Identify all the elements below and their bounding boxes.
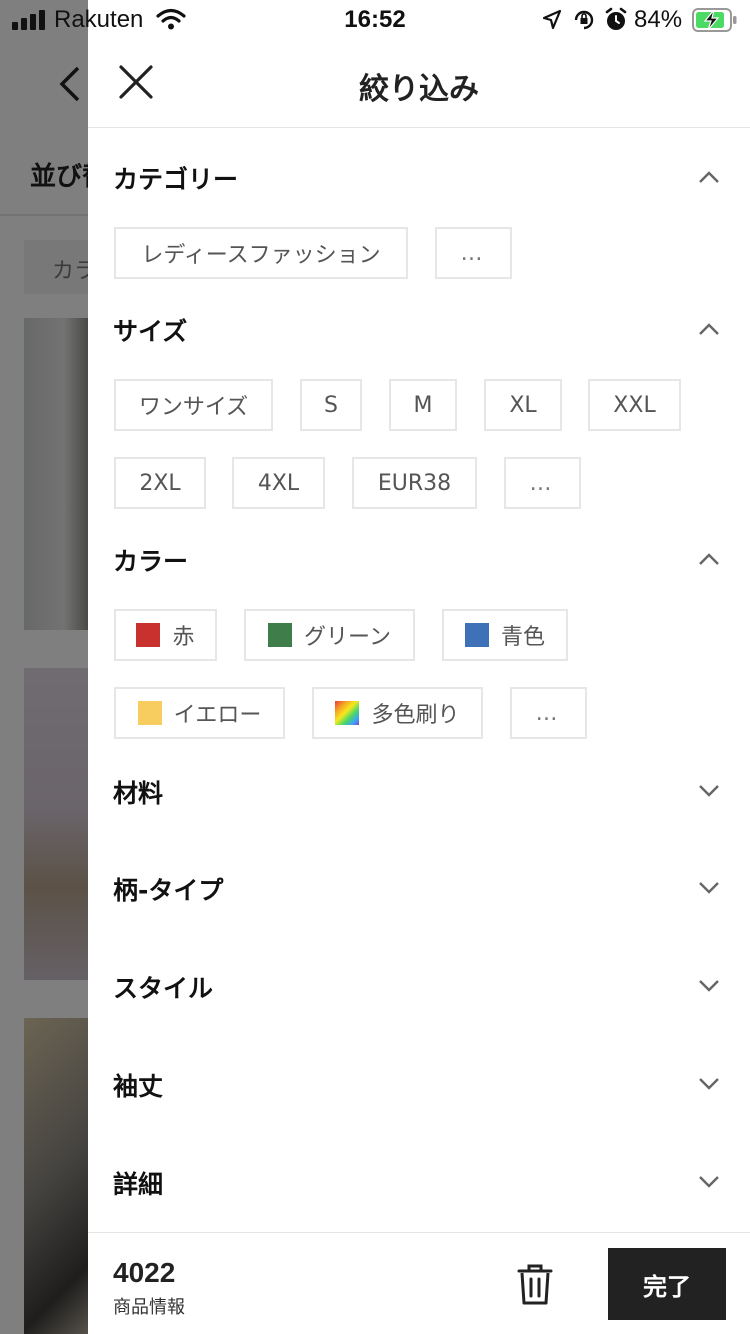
chip-color-blue[interactable]: 青色: [442, 609, 568, 661]
multicolor-swatch: [335, 701, 360, 725]
trash-icon[interactable]: [512, 1261, 558, 1307]
section-title-color[interactable]: カラー: [113, 542, 188, 578]
chevron-down-icon[interactable]: [698, 1077, 720, 1091]
section-title-material[interactable]: 材料: [113, 774, 163, 810]
chip-color-multicolor[interactable]: 多色刷り: [312, 687, 483, 739]
chip-color-green[interactable]: グリーン: [244, 609, 415, 661]
chip-label: S: [324, 392, 338, 418]
color-swatch: [136, 623, 161, 647]
chip-label: グリーン: [304, 625, 391, 650]
chevron-up-icon[interactable]: [698, 552, 720, 566]
chip-label: イエロー: [173, 703, 262, 728]
chevron-down-icon[interactable]: [698, 881, 720, 895]
color-swatch: [464, 623, 489, 647]
chip-label: ワンサイズ: [138, 395, 249, 420]
lock-rotation-icon: [574, 10, 594, 30]
drawer-header: 絞り込み: [88, 40, 750, 128]
section-title-sleeve-length[interactable]: 袖丈: [113, 1067, 163, 1103]
chip-label: EUR38: [377, 470, 452, 496]
chip-category-more[interactable]: …: [435, 227, 512, 279]
chevron-up-icon[interactable]: [698, 170, 720, 184]
chip-size-2xl[interactable]: 2XL: [114, 457, 206, 509]
chip-color-red[interactable]: 赤: [114, 609, 217, 661]
section-title-pattern[interactable]: 柄-タイプ: [113, 871, 223, 907]
chip-label: M: [413, 392, 433, 418]
more-icon: …: [529, 470, 556, 496]
battery-percent: 84%: [634, 6, 683, 33]
chip-label: XL: [509, 392, 537, 418]
chip-label: XXL: [613, 392, 656, 418]
chevron-up-icon[interactable]: [698, 322, 720, 336]
done-button[interactable]: 完了: [608, 1248, 726, 1320]
chip-color-yellow[interactable]: イエロー: [114, 687, 285, 739]
status-bar: Rakuten 16:52 84%: [0, 0, 750, 40]
result-count: 4022: [113, 1257, 176, 1288]
chip-size-eur38[interactable]: EUR38: [352, 457, 477, 509]
chip-label: レディースファッション: [141, 243, 381, 268]
drawer-title: 絞り込み: [359, 72, 479, 107]
chip-label: 4XL: [257, 470, 300, 496]
chevron-down-icon[interactable]: [698, 784, 720, 798]
chip-size-more[interactable]: …: [504, 457, 581, 509]
result-count-caption: 商品情報: [113, 1297, 185, 1318]
color-swatch: [137, 701, 162, 725]
section-title-style[interactable]: スタイル: [113, 969, 213, 1005]
section-title-details[interactable]: 詳細: [113, 1165, 163, 1201]
chip-label: 2XL: [139, 470, 181, 496]
chip-size-4xl[interactable]: 4XL: [232, 457, 325, 509]
chip-label: 青色: [500, 625, 545, 650]
chip-label: 赤: [172, 625, 195, 650]
color-swatch: [268, 623, 293, 647]
chip-size-xl[interactable]: XL: [484, 379, 562, 431]
chip-size-m[interactable]: M: [389, 379, 457, 431]
filter-drawer: 絞り込み カテゴリー レディースファッション … サイズ ワンサイズ S M X…: [88, 0, 750, 1334]
chip-size-s[interactable]: S: [300, 379, 362, 431]
chip-size-onesize[interactable]: ワンサイズ: [114, 379, 273, 431]
chip-category-ladies-fashion[interactable]: レディースファッション: [114, 227, 408, 279]
chip-color-more[interactable]: …: [510, 687, 587, 739]
location-icon: [542, 9, 562, 30]
more-icon: …: [460, 240, 487, 266]
chip-size-xxl[interactable]: XXL: [588, 379, 681, 431]
alarm-icon: [605, 7, 627, 30]
chevron-down-icon[interactable]: [698, 1175, 720, 1189]
chip-label: 多色刷り: [371, 703, 460, 728]
chevron-down-icon[interactable]: [698, 979, 720, 993]
drawer-footer: 4022 商品情報 完了: [88, 1232, 750, 1334]
more-icon: …: [535, 700, 562, 726]
section-title-size[interactable]: サイズ: [113, 312, 187, 348]
battery-charging-icon: [692, 8, 737, 32]
section-title-category[interactable]: カテゴリー: [113, 160, 238, 196]
